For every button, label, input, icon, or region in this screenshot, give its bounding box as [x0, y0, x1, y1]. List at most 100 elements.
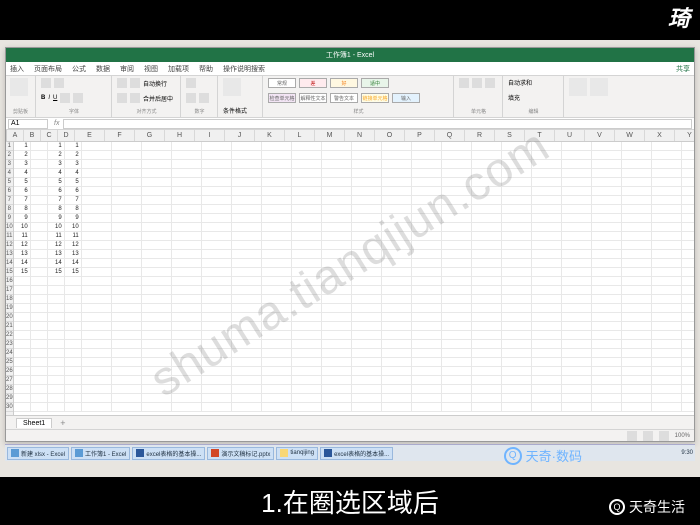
- cell[interactable]: [532, 376, 562, 385]
- cell[interactable]: [412, 142, 442, 151]
- cell[interactable]: 8: [14, 205, 31, 214]
- cell[interactable]: [202, 349, 232, 358]
- cell[interactable]: 12: [14, 241, 31, 250]
- cell[interactable]: [142, 340, 172, 349]
- cell[interactable]: [82, 196, 112, 205]
- cell[interactable]: [352, 259, 382, 268]
- cell[interactable]: [472, 322, 502, 331]
- tab-formulas[interactable]: 公式: [72, 64, 86, 74]
- cell[interactable]: [14, 331, 31, 340]
- cell[interactable]: [48, 367, 65, 376]
- cell[interactable]: [82, 178, 112, 187]
- cell[interactable]: [562, 322, 592, 331]
- cell[interactable]: [442, 232, 472, 241]
- cell[interactable]: [562, 178, 592, 187]
- cell[interactable]: [232, 403, 262, 412]
- cell[interactable]: [262, 367, 292, 376]
- cell[interactable]: [322, 196, 352, 205]
- cell[interactable]: [352, 151, 382, 160]
- cell[interactable]: [652, 295, 682, 304]
- cell[interactable]: [352, 394, 382, 403]
- sort-icon[interactable]: [569, 78, 587, 96]
- cell[interactable]: [232, 358, 262, 367]
- cell[interactable]: 2: [14, 151, 31, 160]
- cell[interactable]: [82, 277, 112, 286]
- cell[interactable]: [292, 232, 322, 241]
- cell[interactable]: [652, 250, 682, 259]
- cell[interactable]: [322, 394, 352, 403]
- cell[interactable]: [172, 241, 202, 250]
- col-header[interactable]: R: [465, 130, 495, 141]
- cell[interactable]: [232, 241, 262, 250]
- cell[interactable]: 5: [14, 178, 31, 187]
- cell[interactable]: [262, 232, 292, 241]
- cell[interactable]: [682, 268, 694, 277]
- cell[interactable]: [412, 268, 442, 277]
- cell[interactable]: [532, 196, 562, 205]
- cell[interactable]: [382, 241, 412, 250]
- cell[interactable]: [652, 394, 682, 403]
- cell[interactable]: [65, 367, 82, 376]
- cell[interactable]: [502, 340, 532, 349]
- cell[interactable]: [622, 223, 652, 232]
- view-layout-icon[interactable]: [643, 431, 653, 441]
- cell[interactable]: [532, 187, 562, 196]
- cell[interactable]: [442, 142, 472, 151]
- font-select[interactable]: [41, 78, 51, 88]
- cell[interactable]: [14, 349, 31, 358]
- row-header[interactable]: 7: [6, 196, 13, 205]
- cell[interactable]: [112, 169, 142, 178]
- cell[interactable]: [412, 295, 442, 304]
- cell[interactable]: [112, 259, 142, 268]
- cell[interactable]: [472, 403, 502, 412]
- row-header[interactable]: 1: [6, 142, 13, 151]
- cell[interactable]: [31, 277, 48, 286]
- cell[interactable]: [682, 304, 694, 313]
- cell[interactable]: [202, 376, 232, 385]
- cell[interactable]: [622, 313, 652, 322]
- cell[interactable]: [262, 394, 292, 403]
- cell[interactable]: [382, 142, 412, 151]
- cell[interactable]: [262, 322, 292, 331]
- cell[interactable]: [622, 340, 652, 349]
- cell[interactable]: [142, 331, 172, 340]
- cell[interactable]: [112, 295, 142, 304]
- cell[interactable]: [442, 394, 472, 403]
- style-bad[interactable]: 差: [299, 78, 327, 88]
- cell[interactable]: [622, 178, 652, 187]
- cell[interactable]: [502, 349, 532, 358]
- cell[interactable]: [262, 259, 292, 268]
- cell[interactable]: [31, 241, 48, 250]
- cell[interactable]: [322, 322, 352, 331]
- cell[interactable]: 3: [65, 160, 82, 169]
- cell[interactable]: 4: [14, 169, 31, 178]
- cell[interactable]: [82, 331, 112, 340]
- cell[interactable]: [142, 214, 172, 223]
- cell[interactable]: [682, 151, 694, 160]
- cell[interactable]: [112, 376, 142, 385]
- cell[interactable]: [112, 358, 142, 367]
- cell[interactable]: [112, 403, 142, 412]
- cell[interactable]: [652, 322, 682, 331]
- cell[interactable]: [31, 151, 48, 160]
- cell[interactable]: [412, 394, 442, 403]
- tab-view[interactable]: 视图: [144, 64, 158, 74]
- cell[interactable]: [652, 196, 682, 205]
- row-header[interactable]: 3: [6, 160, 13, 169]
- cell[interactable]: [412, 205, 442, 214]
- cell[interactable]: [142, 295, 172, 304]
- cell[interactable]: 4: [48, 169, 65, 178]
- cell[interactable]: [562, 349, 592, 358]
- cell[interactable]: 3: [48, 160, 65, 169]
- cell[interactable]: [382, 286, 412, 295]
- cell[interactable]: [142, 241, 172, 250]
- cell[interactable]: [502, 295, 532, 304]
- cell[interactable]: [352, 277, 382, 286]
- cell[interactable]: [532, 349, 562, 358]
- cell[interactable]: [202, 178, 232, 187]
- tab-insert[interactable]: 插入: [10, 64, 24, 74]
- cell[interactable]: [682, 322, 694, 331]
- row-header[interactable]: 18: [6, 295, 13, 304]
- cell[interactable]: 2: [65, 151, 82, 160]
- cell[interactable]: [412, 385, 442, 394]
